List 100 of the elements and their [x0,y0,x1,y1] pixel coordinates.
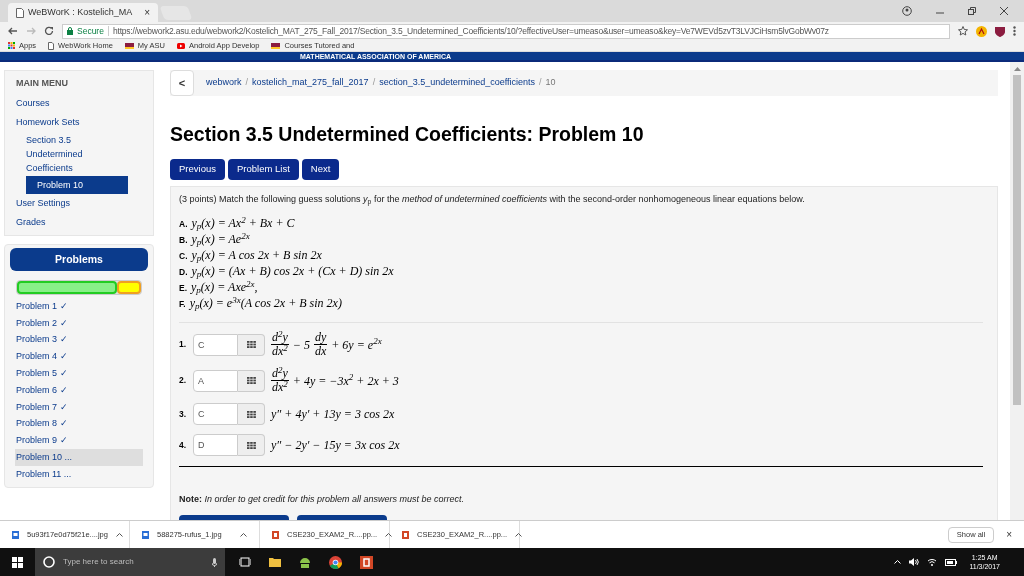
breadcrumb-separator: / [372,76,376,90]
nav-button[interactable]: Problem List [227,159,299,180]
question-number: 4. [179,438,188,452]
menu-title: MAIN MENU [16,77,69,90]
formula: y$_{p}$(x) = e$^{3x}$(A cos 2x + B sin 2x) [189,296,342,311]
equation: d$^{2}$y dx$^{2}$ + 4y = −3x$^{2}$ + 2x + 3 [271,367,399,394]
battery-icon[interactable] [945,558,958,566]
option-letter: A. [179,218,188,231]
equation: y″ + 4y′ + 13y = 3 cos 2x [271,406,395,423]
breadcrumb-current: 10 [545,76,556,90]
android-icon[interactable] [299,556,311,568]
extension-icon[interactable] [976,25,987,37]
grid-button[interactable] [238,333,265,356]
folder-icon[interactable] [269,557,281,567]
problem-link[interactable]: Problem 7 ✓ [15,399,143,416]
problem-link[interactable]: Problem 1 ✓ [15,298,143,316]
option-letter: E. [179,282,188,295]
answer-field[interactable]: A [193,369,238,392]
close-downloads-button[interactable]: × [1006,527,1012,542]
volume-icon[interactable] [909,558,920,566]
question-number: 3. [179,407,188,421]
asu-logo-icon [124,42,134,49]
menu-item[interactable]: Grades [16,212,142,232]
answer-field[interactable]: D [193,434,238,456]
answer-field[interactable]: C [193,403,238,425]
presentation-app-icon[interactable] [360,555,373,569]
formula: y$_{p}$(x) = (Ax + B) cos 2x + (Cx + D) sin 2x [191,264,394,279]
image-file-icon [12,530,19,539]
option-letter: C. [179,250,188,263]
wifi-icon[interactable] [927,558,938,566]
nav-button[interactable]: Next [301,159,340,180]
microphone-icon [212,557,217,567]
menu-item[interactable]: User Settings [16,193,142,213]
breadcrumb-separator: / [245,76,249,90]
profile-icon[interactable] [902,6,912,16]
problem-link[interactable]: Problem 9 ✓ [15,432,143,450]
browser-tab[interactable]: WeBWorK : Kostelich_MA × [8,3,158,22]
menu-item[interactable]: Section 3.5 Undetermined Coefficients [16,131,116,176]
option-letter: B. [179,234,188,247]
question-number: 1. [179,338,188,351]
back-button[interactable]: < [170,70,194,96]
note-text: Note: In order to get credit for this problem all answers must be correct. [179,493,466,506]
problem-link[interactable]: Problem 11 ... [15,466,143,483]
grid-button[interactable] [238,403,265,425]
option-letter: D. [179,266,188,279]
tray-caret-icon[interactable] [894,560,902,564]
problem-link[interactable]: Problem 10 ... [15,449,143,467]
problem-link[interactable]: Problem 8 ✓ [15,415,143,433]
formula: y$_{p}$(x) = A cos 2x + B sin 2x [191,248,322,263]
option-letter: F. [179,298,186,311]
reload-icon[interactable] [44,26,54,36]
task-view-icon[interactable] [239,557,251,567]
shield-icon[interactable] [995,25,1005,37]
apps-icon [8,42,15,49]
scrollbar-thumb[interactable] [1013,75,1021,405]
breadcrumb-link[interactable]: kostelich_mat_275_fall_2017 [252,76,369,90]
grid-icon [246,441,256,449]
problem-link[interactable]: Problem 3 ✓ [15,331,143,349]
taskbar-search-field[interactable]: Type here to search [35,548,225,576]
equation: y″ − 2y′ − 15y = 3x cos 2x [271,437,400,454]
secure-label: Secure [77,24,104,38]
problem-link[interactable]: Problem 6 ✓ [15,382,143,400]
menu-icon[interactable] [1013,26,1016,36]
formula: y$_{p}$(x) = Ax$^{2}$ + Bx + C [191,216,295,231]
grid-button[interactable] [238,434,265,456]
grid-icon [246,341,256,348]
menu-item[interactable]: Courses [16,93,142,113]
scroll-up-icon[interactable] [1013,66,1021,71]
menu-item[interactable]: Problem 10 [26,175,128,194]
nav-button[interactable]: Previous [170,159,225,180]
address-bar[interactable]: Secure https://webwork2.asu.edu/webwork2/Kostelich_MAT_275_Fall_2017/Section_3.5_Undetermined_Coefficients/10/?effectiveUser=umeaso&user=umeaso&key=Ve7WEVd5zvT3LVJCiHsm5lvGobWv07z [62,23,950,39]
question-number: 2. [179,374,188,387]
submit-button[interactable] [179,514,289,520]
submit-button[interactable] [297,514,387,520]
lock-icon [67,27,73,35]
star-icon[interactable] [958,26,968,36]
answer-field[interactable]: C [193,333,238,356]
menu-item[interactable]: Homework Sets [16,112,142,132]
breadcrumb-link[interactable]: webwork [206,76,242,90]
grid-icon [246,377,256,384]
breadcrumb-link[interactable]: section_3.5_undetermined_coefficients [379,76,536,90]
url-text: https://webwork2.asu.edu/webwork2/Kostelich_MAT_275_Fall_2017/Section_3.5_Undetermined_Coefficients/10/?effectiveUser=umeaso&user=umeaso&key=Ve7WEVd5zvT3LVJCiHsm5lvGobWv07z [112,24,829,38]
close-icon[interactable] [1000,7,1008,15]
problem-link[interactable]: Problem 5 ✓ [15,365,143,383]
chrome-icon[interactable] [329,555,342,569]
image-file-icon [142,530,149,539]
problem-link[interactable]: Problem 4 ✓ [15,348,143,366]
back-icon[interactable] [8,26,18,36]
formula: y$_{p}$(x) = Axe$^{2x}$, [191,280,258,295]
grid-button[interactable] [238,369,265,392]
caret-icon [240,532,247,537]
breadcrumb-separator: / [539,76,542,90]
restore-icon[interactable] [968,7,976,15]
tab-close-button[interactable]: × [144,5,150,20]
windows-start-icon[interactable] [12,556,23,568]
page-icon [48,41,55,50]
document-file-icon [272,530,279,539]
page-title: Section 3.5 Undetermined Coefficients: Problem 10 [170,122,645,146]
problem-link[interactable]: Problem 2 ✓ [15,315,143,332]
problem-text: (3 points) Match the following guess solutions y$_{p}$ for the method of undetermined coefficients with the second-order nonhomogeneous linear equations below. [179,193,806,206]
